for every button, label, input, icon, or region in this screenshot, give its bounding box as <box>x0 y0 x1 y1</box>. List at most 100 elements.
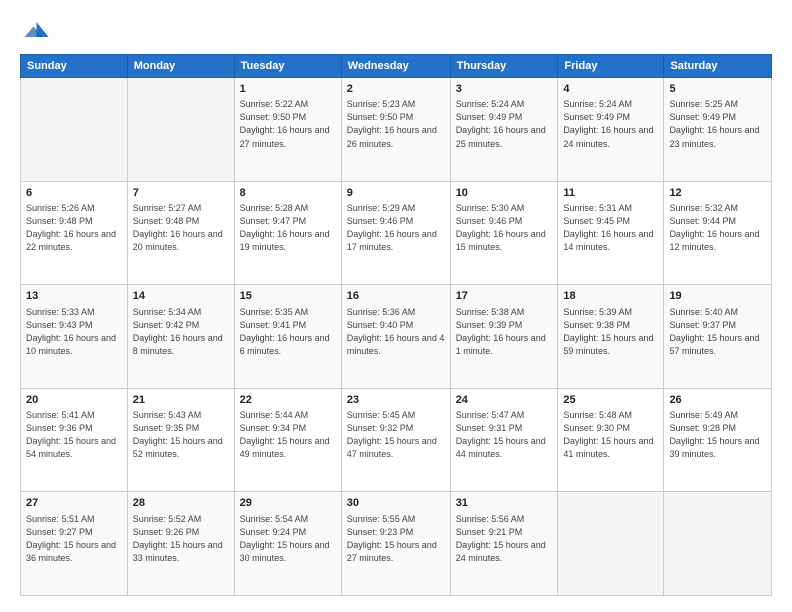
weekday-header-friday: Friday <box>558 55 664 78</box>
day-detail: Sunrise: 5:27 AM Sunset: 9:48 PM Dayligh… <box>133 202 229 254</box>
day-number: 13 <box>26 289 122 304</box>
calendar-cell: 30 Sunrise: 5:55 AM Sunset: 9:23 PM Dayli… <box>341 492 450 596</box>
calendar-cell: 8Sunrise: 5:28 AM Sunset: 9:47 PM Daylig… <box>234 181 341 285</box>
day-detail: Sunrise: 5:24 AM Sunset: 9:49 PM Dayligh… <box>456 98 553 150</box>
calendar-cell: 24Sunrise: 5:47 AM Sunset: 9:31 PM Dayli… <box>450 388 558 492</box>
day-detail: Sunrise: 5:35 AM Sunset: 9:41 PM Dayligh… <box>240 306 336 358</box>
weekday-header-sunday: Sunday <box>21 55 128 78</box>
calendar-cell: 31 Sunrise: 5:56 AM Sunset: 9:21 PM Dayli… <box>450 492 558 596</box>
day-number: 31 <box>456 496 553 511</box>
day-detail: Sunrise: 5:49 AM Sunset: 9:28 PM Dayligh… <box>669 409 766 461</box>
day-number: 4 <box>563 82 658 97</box>
calendar-cell <box>127 78 234 182</box>
day-number: 29 <box>240 496 336 511</box>
day-number: 2 <box>347 82 445 97</box>
calendar-cell: 23Sunrise: 5:45 AM Sunset: 9:32 PM Dayli… <box>341 388 450 492</box>
day-detail: Sunrise: 5:34 AM Sunset: 9:42 PM Dayligh… <box>133 306 229 358</box>
day-number: 17 <box>456 289 553 304</box>
weekday-header-wednesday: Wednesday <box>341 55 450 78</box>
calendar-cell: 12Sunrise: 5:32 AM Sunset: 9:44 PM Dayli… <box>664 181 772 285</box>
calendar-cell: 21Sunrise: 5:43 AM Sunset: 9:35 PM Dayli… <box>127 388 234 492</box>
day-detail: Sunrise: 5:47 AM Sunset: 9:31 PM Dayligh… <box>456 409 553 461</box>
day-number: 16 <box>347 289 445 304</box>
calendar-cell: 7Sunrise: 5:27 AM Sunset: 9:48 PM Daylig… <box>127 181 234 285</box>
day-detail: Sunrise: 5:30 AM Sunset: 9:46 PM Dayligh… <box>456 202 553 254</box>
weekday-header-tuesday: Tuesday <box>234 55 341 78</box>
calendar-cell: 10Sunrise: 5:30 AM Sunset: 9:46 PM Dayli… <box>450 181 558 285</box>
day-number: 11 <box>563 186 658 201</box>
calendar-cell: 16 Sunrise: 5:36 AM Sunset: 9:40 PM Dayli… <box>341 285 450 389</box>
day-detail: Sunrise: 5:54 AM Sunset: 9:24 PM Dayligh… <box>240 513 336 565</box>
day-detail: Sunrise: 5:56 AM Sunset: 9:21 PM Dayligh… <box>456 513 553 565</box>
page-header <box>20 16 772 46</box>
calendar-cell: 3Sunrise: 5:24 AM Sunset: 9:49 PM Daylig… <box>450 78 558 182</box>
day-detail: Sunrise: 5:39 AM Sunset: 9:38 PM Dayligh… <box>563 306 658 358</box>
calendar-cell: 17 Sunrise: 5:38 AM Sunset: 9:39 PM Dayli… <box>450 285 558 389</box>
calendar-cell: 22Sunrise: 5:44 AM Sunset: 9:34 PM Dayli… <box>234 388 341 492</box>
calendar-cell: 25Sunrise: 5:48 AM Sunset: 9:30 PM Dayli… <box>558 388 664 492</box>
calendar-cell: 27Sunrise: 5:51 AM Sunset: 9:27 PM Dayli… <box>21 492 128 596</box>
calendar-cell: 13 Sunrise: 5:33 AM Sunset: 9:43 PM Dayli… <box>21 285 128 389</box>
day-detail: Sunrise: 5:51 AM Sunset: 9:27 PM Dayligh… <box>26 513 122 565</box>
day-detail: Sunrise: 5:43 AM Sunset: 9:35 PM Dayligh… <box>133 409 229 461</box>
calendar-cell: 29 Sunrise: 5:54 AM Sunset: 9:24 PM Dayli… <box>234 492 341 596</box>
day-number: 21 <box>133 393 229 408</box>
day-number: 9 <box>347 186 445 201</box>
day-number: 12 <box>669 186 766 201</box>
calendar-cell: 11Sunrise: 5:31 AM Sunset: 9:45 PM Dayli… <box>558 181 664 285</box>
day-number: 15 <box>240 289 336 304</box>
weekday-header-saturday: Saturday <box>664 55 772 78</box>
day-number: 7 <box>133 186 229 201</box>
day-detail: Sunrise: 5:25 AM Sunset: 9:49 PM Dayligh… <box>669 98 766 150</box>
day-detail: Sunrise: 5:28 AM Sunset: 9:47 PM Dayligh… <box>240 202 336 254</box>
day-number: 6 <box>26 186 122 201</box>
day-number: 18 <box>563 289 658 304</box>
day-number: 23 <box>347 393 445 408</box>
calendar-cell: 15 Sunrise: 5:35 AM Sunset: 9:41 PM Dayli… <box>234 285 341 389</box>
day-detail: Sunrise: 5:36 AM Sunset: 9:40 PM Dayligh… <box>347 306 445 358</box>
day-number: 8 <box>240 186 336 201</box>
day-number: 22 <box>240 393 336 408</box>
calendar-cell: 2Sunrise: 5:23 AM Sunset: 9:50 PM Daylig… <box>341 78 450 182</box>
day-number: 30 <box>347 496 445 511</box>
calendar-cell: 1Sunrise: 5:22 AM Sunset: 9:50 PM Daylig… <box>234 78 341 182</box>
day-detail: Sunrise: 5:44 AM Sunset: 9:34 PM Dayligh… <box>240 409 336 461</box>
day-detail: Sunrise: 5:55 AM Sunset: 9:23 PM Dayligh… <box>347 513 445 565</box>
day-detail: Sunrise: 5:32 AM Sunset: 9:44 PM Dayligh… <box>669 202 766 254</box>
day-detail: Sunrise: 5:52 AM Sunset: 9:26 PM Dayligh… <box>133 513 229 565</box>
weekday-header-thursday: Thursday <box>450 55 558 78</box>
calendar-cell: 19 Sunrise: 5:40 AM Sunset: 9:37 PM Dayli… <box>664 285 772 389</box>
day-number: 28 <box>133 496 229 511</box>
day-number: 1 <box>240 82 336 97</box>
day-detail: Sunrise: 5:33 AM Sunset: 9:43 PM Dayligh… <box>26 306 122 358</box>
day-detail: Sunrise: 5:45 AM Sunset: 9:32 PM Dayligh… <box>347 409 445 461</box>
weekday-header-monday: Monday <box>127 55 234 78</box>
day-detail: Sunrise: 5:40 AM Sunset: 9:37 PM Dayligh… <box>669 306 766 358</box>
day-number: 5 <box>669 82 766 97</box>
day-detail: Sunrise: 5:22 AM Sunset: 9:50 PM Dayligh… <box>240 98 336 150</box>
logo-icon <box>20 16 50 46</box>
calendar-cell: 4Sunrise: 5:24 AM Sunset: 9:49 PM Daylig… <box>558 78 664 182</box>
day-number: 3 <box>456 82 553 97</box>
calendar-cell <box>21 78 128 182</box>
day-number: 19 <box>669 289 766 304</box>
day-detail: Sunrise: 5:38 AM Sunset: 9:39 PM Dayligh… <box>456 306 553 358</box>
day-number: 20 <box>26 393 122 408</box>
day-detail: Sunrise: 5:23 AM Sunset: 9:50 PM Dayligh… <box>347 98 445 150</box>
calendar-cell: 18 Sunrise: 5:39 AM Sunset: 9:38 PM Dayli… <box>558 285 664 389</box>
day-number: 25 <box>563 393 658 408</box>
calendar-cell: 28 Sunrise: 5:52 AM Sunset: 9:26 PM Dayli… <box>127 492 234 596</box>
day-detail: Sunrise: 5:48 AM Sunset: 9:30 PM Dayligh… <box>563 409 658 461</box>
day-detail: Sunrise: 5:26 AM Sunset: 9:48 PM Dayligh… <box>26 202 122 254</box>
calendar-cell: 26Sunrise: 5:49 AM Sunset: 9:28 PM Dayli… <box>664 388 772 492</box>
logo <box>20 16 54 46</box>
calendar-cell: 9Sunrise: 5:29 AM Sunset: 9:46 PM Daylig… <box>341 181 450 285</box>
day-number: 10 <box>456 186 553 201</box>
calendar-cell: 20Sunrise: 5:41 AM Sunset: 9:36 PM Dayli… <box>21 388 128 492</box>
day-number: 26 <box>669 393 766 408</box>
day-number: 14 <box>133 289 229 304</box>
calendar-cell: 6Sunrise: 5:26 AM Sunset: 9:48 PM Daylig… <box>21 181 128 285</box>
calendar-cell <box>558 492 664 596</box>
day-detail: Sunrise: 5:31 AM Sunset: 9:45 PM Dayligh… <box>563 202 658 254</box>
day-detail: Sunrise: 5:29 AM Sunset: 9:46 PM Dayligh… <box>347 202 445 254</box>
